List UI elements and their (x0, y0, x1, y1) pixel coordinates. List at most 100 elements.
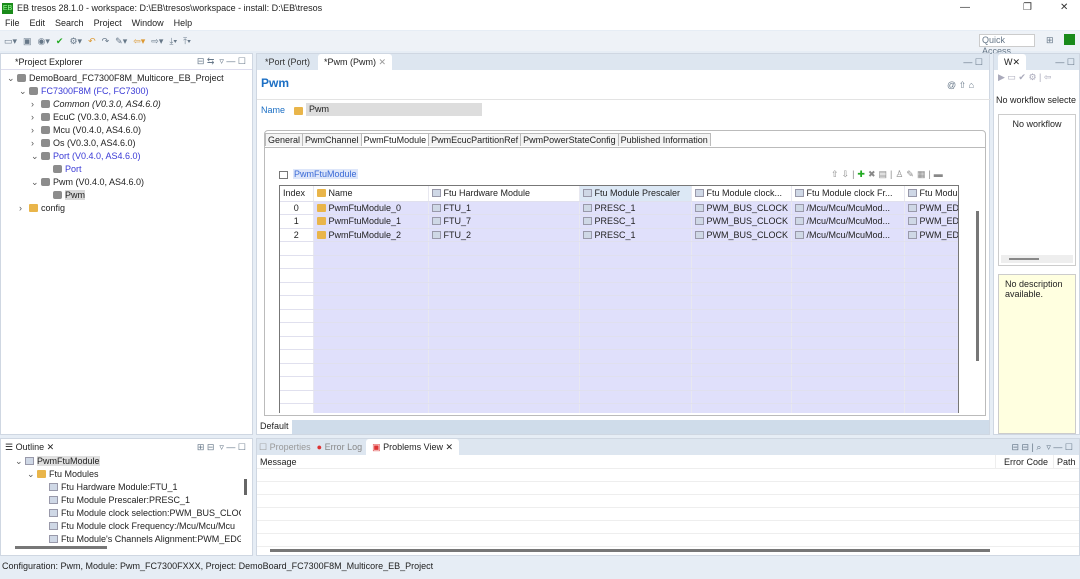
table-scrollbar[interactable] (976, 211, 979, 361)
chevron-right-icon[interactable]: › (19, 202, 29, 215)
subtab-published information[interactable]: Published Information (617, 133, 711, 146)
column-header[interactable]: Index (280, 186, 314, 202)
problems-controls[interactable]: ⊟ ⊟ | ⌕ ▿ — ☐ (1011, 442, 1073, 453)
outline-item[interactable]: Ftu Module clock Frequency:/Mcu/Mcu/Mcu (1, 520, 241, 533)
subtab-pwmpowerstateconfig[interactable]: PwmPowerStateConfig (520, 133, 619, 146)
chevron-down-icon[interactable]: ⌄ (19, 85, 29, 98)
outline-item[interactable]: ⌄ Ftu Modules (1, 468, 241, 481)
globe-icon[interactable]: ◉▾ (38, 36, 50, 47)
tab-default[interactable]: Default (257, 420, 292, 434)
workflow-scrollbar[interactable] (1009, 258, 1039, 260)
col-message[interactable]: Message (257, 455, 995, 468)
outline-item[interactable]: Ftu Module's Channels Alignment:PWM_EDG (1, 533, 241, 546)
workflow-toolbar[interactable]: ▶ ▭ ✔ ⚙ | ⇦ (994, 70, 1079, 85)
export-icon[interactable]: ⤒▾ (183, 36, 191, 47)
editor-tab-pwm[interactable]: *Pwm (Pwm) ✕ (318, 54, 393, 70)
table-row[interactable]: 2 PwmFtuModule_2 FTU_2 PRESC_1 PWM_BUS_CLOCK… (280, 228, 958, 242)
error-log-tab[interactable]: ● Error Log (317, 442, 362, 452)
menu-help[interactable]: Help (174, 18, 193, 28)
table-toolbar[interactable]: ⇧⇩|✚✖▤|♙✎▦|▬ (831, 169, 946, 180)
close-button[interactable]: ✕ (1060, 2, 1068, 13)
minimize-button[interactable]: — (960, 2, 970, 13)
tree-item[interactable]: ⌄ Port (V0.4.0, AS4.6.0) (1, 150, 252, 163)
chevron-down-icon[interactable]: ⌄ (27, 468, 37, 481)
verify-icon[interactable]: ✔ (56, 36, 64, 47)
properties-tab[interactable]: ☐ Properties (259, 442, 311, 453)
menu-project[interactable]: Project (94, 18, 122, 28)
menu-file[interactable]: File (5, 18, 20, 28)
name-field[interactable]: Pwm (306, 103, 482, 116)
tree-item[interactable]: Pwm (1, 189, 252, 202)
eb-perspective-icon[interactable] (1064, 34, 1075, 45)
chevron-right-icon[interactable]: › (31, 137, 41, 150)
outline-item[interactable]: Ftu Hardware Module:FTU_1 (1, 481, 241, 494)
outline-item[interactable]: ⌄ PwmFtuModule (1, 455, 241, 468)
back-icon[interactable]: ⇦▾ (133, 36, 145, 47)
menu-edit[interactable]: Edit (30, 18, 46, 28)
save-icon[interactable]: ▣ (23, 36, 32, 47)
maximize-button[interactable]: ❐ (1023, 2, 1032, 13)
undo-icon[interactable]: ↶ (88, 36, 96, 47)
tree-item[interactable]: › Common (V0.3.0, AS4.6.0) (1, 98, 252, 111)
editor-tab-port[interactable]: *Port (Port) (257, 57, 318, 67)
subtab-pwmecucpartitionref[interactable]: PwmEcucPartitionRef (428, 133, 522, 146)
editor-controls[interactable]: — ☐ (963, 57, 983, 68)
chevron-down-icon[interactable]: ⌄ (31, 176, 41, 189)
menu-search[interactable]: Search (55, 18, 84, 28)
chevron-right-icon[interactable]: › (31, 111, 41, 124)
column-header[interactable]: Ftu Module clock Fr... (791, 186, 905, 202)
table-cell (579, 241, 692, 256)
tree-item[interactable]: ⌄ Pwm (V0.4.0, AS4.6.0) (1, 176, 252, 189)
chevron-down-icon[interactable]: ⌄ (31, 150, 41, 163)
quick-access-input[interactable]: Quick Access (979, 34, 1035, 56)
outline-vscroll[interactable] (244, 479, 247, 495)
import-icon[interactable]: ⤓▾ (169, 36, 177, 47)
tree-item[interactable]: › EcuC (V0.3.0, AS4.6.0) (1, 111, 252, 124)
column-header[interactable]: Ftu Module clock... (691, 186, 792, 202)
tree-item[interactable]: › Os (V0.3.0, AS4.6.0) (1, 137, 252, 150)
column-header[interactable]: Ftu Modu (904, 186, 958, 202)
subtab-pwmftumodule[interactable]: PwmFtuModule (360, 133, 430, 146)
pin-icon[interactable]: ✎▾ (115, 36, 127, 47)
tree-item[interactable]: Port (1, 163, 252, 176)
col-path[interactable]: Path (1053, 455, 1076, 468)
redo-icon[interactable]: ↷ (102, 36, 110, 47)
chevron-down-icon[interactable]: ⌄ (15, 455, 25, 468)
outline-item[interactable]: Ftu Module clock selection:PWM_BUS_CLOC (1, 507, 241, 520)
workflow-tab[interactable]: W ✕ (998, 54, 1027, 70)
outline-hscroll[interactable] (15, 546, 107, 549)
chevron-right-icon[interactable]: › (31, 124, 41, 137)
tree-item[interactable]: › Mcu (V0.4.0, AS4.6.0) (1, 124, 252, 137)
column-header[interactable]: Ftu Hardware Module (428, 186, 580, 202)
subtab-general[interactable]: General (265, 133, 304, 146)
forward-icon[interactable]: ⇨▾ (151, 36, 163, 47)
editor-nav-icons[interactable]: @ ⇧ ⌂ (947, 80, 974, 91)
table-row[interactable]: 1 PwmFtuModule_1 FTU_7 PRESC_1 PWM_BUS_CLOCK… (280, 214, 958, 229)
column-header[interactable]: Ftu Module Prescaler (579, 186, 692, 202)
new-icon[interactable]: ▭▾ (4, 36, 17, 47)
column-header[interactable]: Name (313, 186, 429, 202)
problems-hscroll[interactable] (270, 549, 990, 552)
menu-window[interactable]: Window (132, 18, 164, 28)
subtab-pwmchannel[interactable]: PwmChannel (302, 133, 362, 146)
close-icon[interactable]: ✕ (379, 57, 387, 68)
chevron-right-icon[interactable]: › (31, 98, 41, 111)
generate-icon[interactable]: ⚙▾ (69, 36, 82, 47)
tree-item[interactable]: ⌄ DemoBoard_FC7300F8M_Multicore_EB_Projec… (1, 72, 252, 85)
outline-controls[interactable]: ⊞ ⊟ ▿ — ☐ (197, 442, 246, 453)
table-cell (428, 376, 580, 391)
panel-controls[interactable]: ⊟ ⇆ ▿ — ☐ (197, 56, 246, 67)
project-explorer-tab[interactable]: *Project Explorer (5, 57, 83, 67)
table-cell (791, 376, 905, 391)
tree-item[interactable]: › config (1, 202, 252, 215)
col-error-code[interactable]: Error Code (995, 455, 1053, 468)
outline-item[interactable]: Ftu Module Prescaler:PRESC_1 (1, 494, 241, 507)
problems-view-tab[interactable]: ▣ Problems View ✕ (366, 439, 460, 455)
menu-bar: File Edit Search Project Window Help (0, 16, 1080, 30)
table-cell (904, 390, 958, 404)
tree-item[interactable]: ⌄ FC7300F8M (FC, FC7300) (1, 85, 252, 98)
chevron-down-icon[interactable]: ⌄ (7, 72, 17, 85)
open-perspective-icon[interactable]: ⊞ (1046, 35, 1054, 46)
outline-tab[interactable]: ☰ Outline ✕ (5, 442, 54, 453)
table-row[interactable]: 0 PwmFtuModule_0 FTU_1 PRESC_1 PWM_BUS_CLOCK… (280, 201, 958, 215)
